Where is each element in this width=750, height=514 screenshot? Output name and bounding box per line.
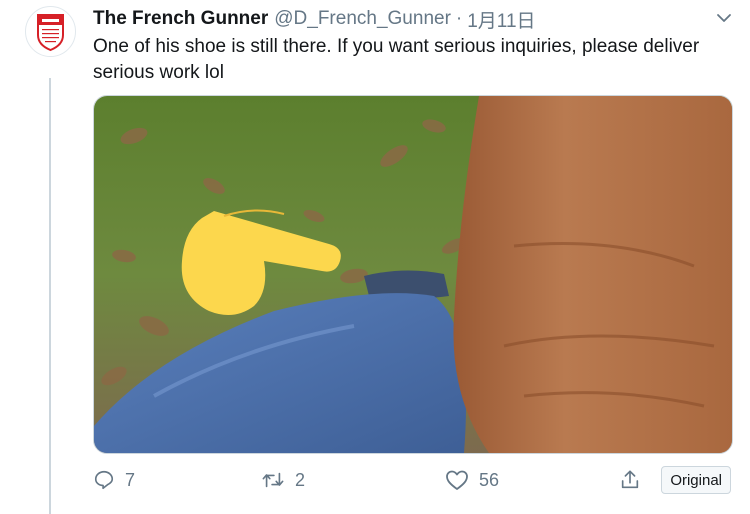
retweet-count: 2 <box>295 469 306 490</box>
reply-icon <box>94 470 114 490</box>
like-button[interactable]: 56 <box>445 466 499 494</box>
tweet-header: The French Gunner @D_French_Gunner · 1月1… <box>93 6 740 32</box>
tweet-text: One of his shoe is still there. If you w… <box>93 36 700 83</box>
original-button[interactable]: Original <box>661 466 731 494</box>
retweet-icon <box>262 472 284 488</box>
arsenal-logo-icon <box>26 7 75 56</box>
like-count: 56 <box>479 469 500 490</box>
chevron-down-icon[interactable] <box>716 10 732 26</box>
display-name[interactable]: The French Gunner <box>93 8 268 30</box>
retweet-button[interactable]: 2 <box>261 466 305 494</box>
photo-image <box>94 96 732 453</box>
tweet-media[interactable] <box>93 95 733 454</box>
share-icon <box>621 470 639 489</box>
tweet-actions: 7 2 56 Original <box>93 466 733 494</box>
avatar[interactable] <box>25 6 76 57</box>
share-button[interactable] <box>619 466 641 494</box>
tweet-date[interactable]: 1月11日 <box>467 6 535 33</box>
thread-line <box>49 78 51 514</box>
separator-dot: · <box>455 8 463 29</box>
user-handle[interactable]: @D_French_Gunner <box>274 8 451 30</box>
reply-count: 7 <box>125 469 136 490</box>
heart-icon <box>446 470 468 490</box>
reply-button[interactable]: 7 <box>93 466 135 494</box>
